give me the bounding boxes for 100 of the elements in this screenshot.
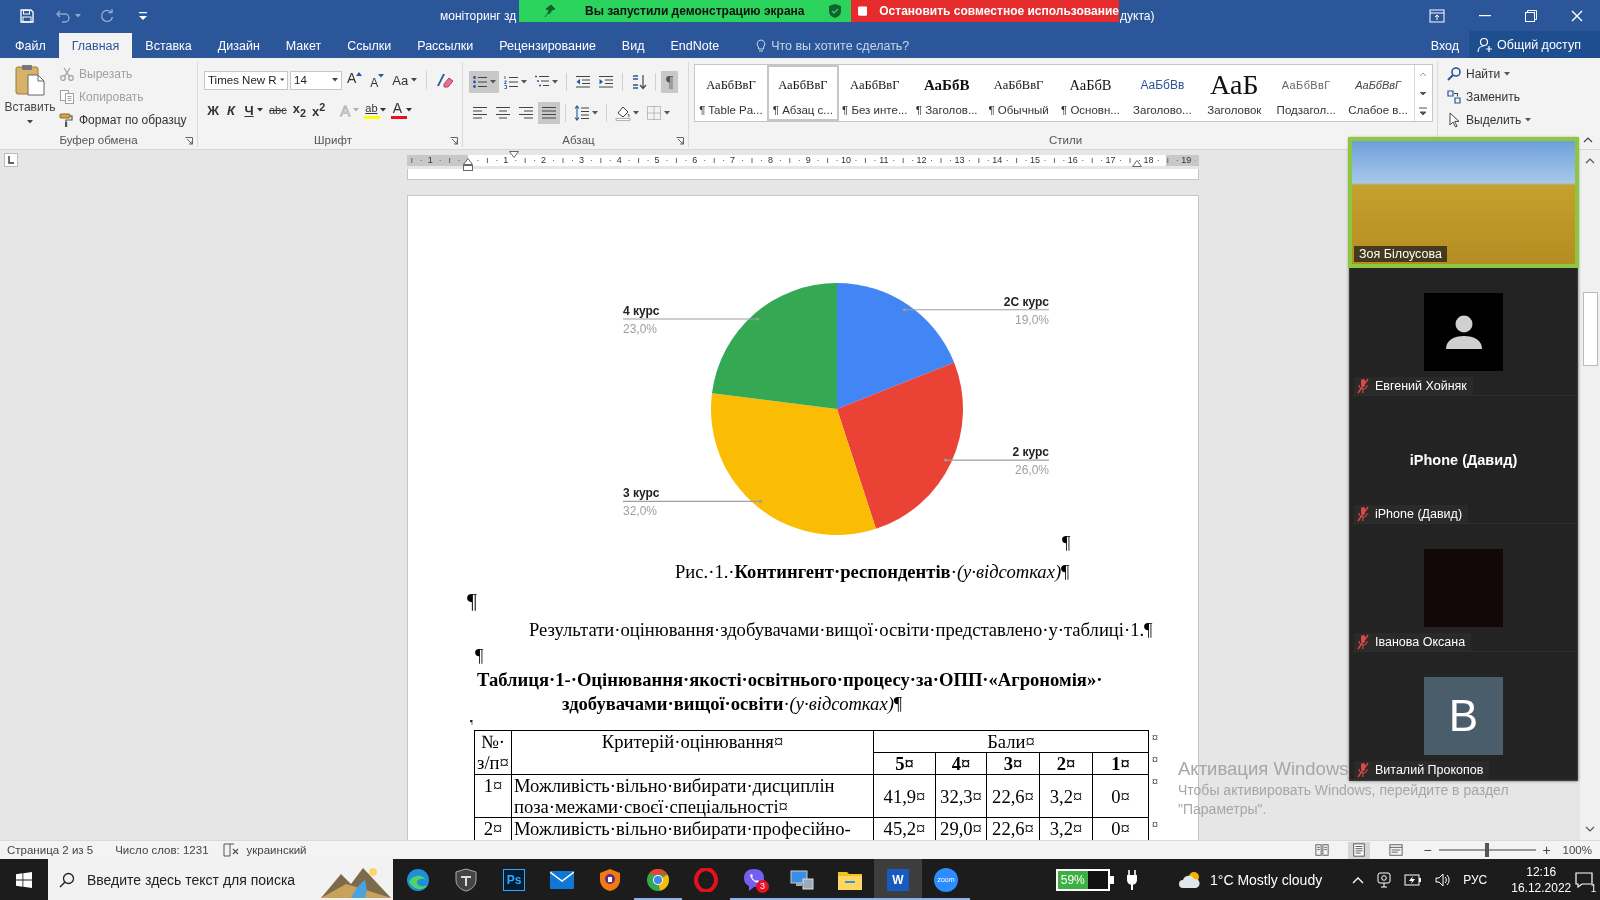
participant-display-name: iPhone (Давид) bbox=[1409, 451, 1518, 470]
style-option[interactable]: АаБбВвГ ¶ Без инте... bbox=[838, 65, 911, 121]
replace-button[interactable]: Заменить bbox=[1446, 85, 1548, 108]
select-button[interactable]: Выделить bbox=[1446, 108, 1548, 131]
slice-label: 4 курс bbox=[623, 304, 660, 318]
row-end-mark: ¤ bbox=[1152, 817, 1158, 832]
language-indicator[interactable]: украинский bbox=[246, 844, 307, 856]
restore-icon[interactable] bbox=[1525, 9, 1537, 22]
grow-font-button[interactable]: A bbox=[344, 70, 366, 90]
caret-icon bbox=[378, 74, 385, 78]
underline-button[interactable]: Ч bbox=[240, 99, 266, 121]
battery-plug-icon[interactable] bbox=[1404, 873, 1423, 886]
caret-icon[interactable] bbox=[75, 13, 81, 18]
clock[interactable]: 12:16 16.12.2022 bbox=[1511, 863, 1572, 896]
italic-button[interactable]: К bbox=[222, 99, 240, 121]
ribbon-tab[interactable]: Главная bbox=[58, 33, 133, 58]
dialog-launcher-icon[interactable] bbox=[676, 137, 684, 146]
style-option[interactable]: АаБбВвГ ¶ Table Pa... bbox=[695, 65, 767, 121]
shading-icon bbox=[615, 105, 631, 121]
numbering-icon bbox=[503, 74, 519, 90]
bold-button[interactable]: Ж bbox=[204, 99, 222, 121]
ribbon-tab[interactable]: Ссылки bbox=[334, 33, 405, 58]
ruler-number: 14 bbox=[992, 155, 1003, 166]
color-bar-icon bbox=[364, 116, 381, 119]
caret-icon bbox=[552, 80, 558, 84]
ribbon-display-options-icon[interactable] bbox=[1429, 8, 1445, 23]
justify-button[interactable] bbox=[538, 102, 560, 124]
shield-check-icon bbox=[829, 4, 841, 18]
strikethrough-button[interactable]: abc bbox=[266, 99, 290, 121]
ribbon-tab[interactable]: Дизайн bbox=[204, 33, 273, 58]
eraser-icon[interactable] bbox=[435, 72, 454, 88]
zoom-level[interactable]: 100% bbox=[1562, 844, 1592, 856]
table-cell: 41,9¤ bbox=[873, 774, 936, 818]
font-color-button[interactable]: A bbox=[388, 99, 415, 121]
chevron-up-icon[interactable] bbox=[1352, 875, 1365, 884]
speaker-icon[interactable] bbox=[1435, 872, 1452, 887]
ribbon-tab[interactable]: Вид bbox=[608, 33, 658, 58]
ribbon-tab[interactable]: Рецензирование bbox=[486, 33, 609, 58]
style-option[interactable]: АаБбВвГ Слабое в... bbox=[1342, 65, 1415, 121]
table-cell: 3,2¤ bbox=[1039, 774, 1093, 818]
lightbulb-icon[interactable] bbox=[756, 38, 767, 53]
ribbon-tab[interactable]: Вставка bbox=[132, 33, 205, 58]
bullets-button[interactable] bbox=[469, 71, 499, 93]
tell-me-field[interactable]: Что вы хотите сделать? bbox=[771, 38, 942, 53]
save-icon[interactable] bbox=[19, 7, 35, 24]
subscript-button[interactable]: x$_{2}$ bbox=[289, 99, 309, 121]
tab-stop-icon[interactable] bbox=[4, 153, 18, 167]
collapse-ribbon-icon[interactable] bbox=[1583, 137, 1593, 143]
font-name-field[interactable]: Times New R bbox=[204, 70, 288, 90]
print-view-button[interactable] bbox=[1347, 841, 1370, 859]
start-icon[interactable] bbox=[16, 871, 32, 888]
app-logo-tile: Ps bbox=[503, 868, 525, 891]
webcam-icon[interactable] bbox=[1377, 871, 1392, 888]
pin-icon[interactable] bbox=[545, 5, 555, 17]
style-option[interactable]: АаБбВвГ Подзагол... bbox=[1270, 65, 1343, 121]
stop-sharing-button[interactable]: Остановить совместное использование bbox=[851, 0, 1119, 22]
change-case-button[interactable]: Aa bbox=[389, 70, 421, 90]
style-option[interactable]: АаБбВ ¶ Основн... bbox=[1054, 65, 1127, 121]
superscript-button[interactable]: x$^{2}$ bbox=[309, 99, 329, 121]
left-indent-marker[interactable] bbox=[463, 158, 473, 171]
caret-icon bbox=[521, 80, 527, 84]
paste-button[interactable]: Вставить bbox=[4, 62, 56, 132]
table-cell: Можливість·вільно·вибирати·дисциплін поза·межами·своєї·спеціальності¤ bbox=[511, 774, 874, 818]
word-count[interactable]: Число слов: 1231 bbox=[115, 844, 209, 856]
ribbon-tab[interactable]: EndNote bbox=[657, 33, 733, 58]
style-option[interactable]: АаБбВвГ ¶ Обычный bbox=[982, 65, 1055, 121]
right-indent-marker[interactable] bbox=[1132, 160, 1142, 167]
sign-in-link[interactable]: Вход bbox=[1430, 33, 1459, 58]
proofing-book-icon[interactable] bbox=[222, 843, 239, 857]
zoom-out-button[interactable]: − bbox=[1421, 842, 1434, 858]
ribbon-tab[interactable]: Макет bbox=[272, 33, 335, 58]
shrink-font-button[interactable]: A bbox=[367, 70, 388, 90]
show-marks-button[interactable]: ¶ bbox=[661, 71, 679, 93]
style-option[interactable]: АаБбВв Заголово... bbox=[1126, 65, 1199, 121]
highlight-button[interactable]: ab bbox=[362, 99, 389, 121]
plug-icon[interactable] bbox=[1126, 869, 1138, 890]
font-size-field[interactable]: 14 bbox=[290, 70, 342, 90]
page-count[interactable]: Страница 2 из 5 bbox=[7, 844, 94, 856]
input-language[interactable]: РУС bbox=[1463, 872, 1488, 887]
search-input[interactable]: Введите здесь текст для поиска bbox=[87, 871, 307, 888]
weather-text[interactable]: 1°C Mostly cloudy bbox=[1210, 871, 1323, 888]
painter-button[interactable]: Формат по образцу bbox=[59, 108, 187, 131]
style-option[interactable]: АаБбВ ¶ Заголов... bbox=[910, 65, 983, 121]
share-button[interactable]: Общий доступ bbox=[1469, 31, 1600, 58]
style-option[interactable]: АаБ Заголовок bbox=[1198, 65, 1271, 121]
taskbar-app-button[interactable]: W bbox=[874, 859, 922, 900]
zoom-in-button[interactable]: + bbox=[1540, 842, 1553, 858]
slider-thumb[interactable] bbox=[1485, 843, 1490, 857]
dialog-launcher-icon[interactable] bbox=[450, 137, 458, 146]
dialog-launcher-icon[interactable] bbox=[185, 137, 193, 146]
ribbon-tab[interactable]: Файл bbox=[2, 33, 59, 58]
taskbar-app-button[interactable]: Ps bbox=[490, 859, 538, 900]
style-option[interactable]: АаБбВвГ ¶ Абзац с... bbox=[766, 65, 839, 121]
vertical-scrollbar[interactable] bbox=[1580, 150, 1600, 840]
close-icon[interactable] bbox=[1571, 9, 1583, 22]
ribbon-tab[interactable]: Рассылки bbox=[404, 33, 487, 58]
scrollbar-thumb[interactable] bbox=[1582, 292, 1598, 366]
minimize-icon[interactable] bbox=[1479, 14, 1491, 17]
find-button[interactable]: Найти bbox=[1446, 62, 1548, 85]
taskbar-app-button[interactable]: 3 bbox=[730, 859, 778, 900]
